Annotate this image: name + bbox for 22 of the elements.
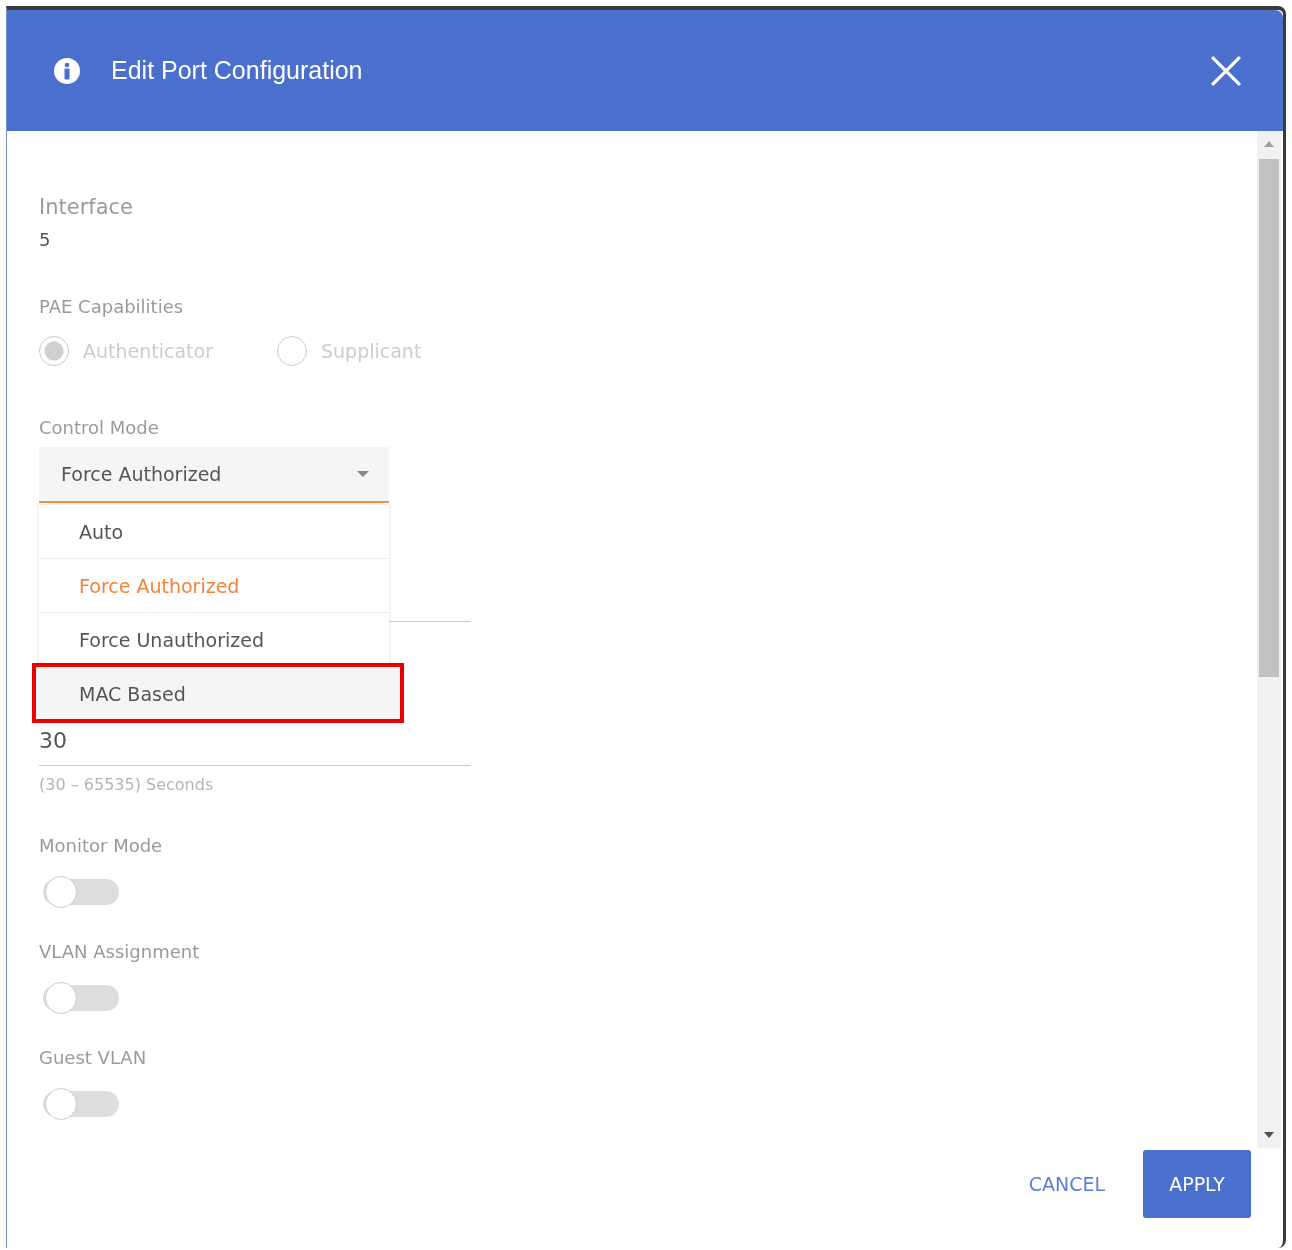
field-label: VLAN Assignment [39, 940, 200, 964]
dialog-title: Edit Port Configuration [111, 56, 364, 85]
apply-button[interactable]: APPLY [1143, 1150, 1251, 1218]
field-label: Monitor Mode [39, 834, 163, 858]
field-label: PAE Capabilities [39, 295, 184, 319]
caret-icon [357, 471, 369, 477]
close-button[interactable] [1209, 53, 1243, 88]
field-label: Control Mode [39, 416, 159, 440]
dropdown-option[interactable]: Auto [39, 504, 389, 558]
field-hint: (30 – 65535) Seconds [39, 774, 214, 796]
field-value: 5 [39, 228, 51, 252]
dropdown-option[interactable]: MAC Based [35, 666, 401, 720]
dropdown-select[interactable]: Force Authorized [39, 447, 389, 503]
scrollbar[interactable] [1257, 131, 1281, 1148]
field-label: Interface [39, 194, 134, 221]
scroll-down-icon[interactable] [1264, 1132, 1274, 1138]
scroll-up-icon[interactable] [1264, 141, 1274, 147]
field-label: Guest VLAN [39, 1046, 147, 1070]
scrollbar-thumb[interactable] [1259, 159, 1279, 677]
cancel-button[interactable]: CANCEL [1026, 1150, 1107, 1218]
input-field[interactable]: 30 [39, 726, 471, 766]
info-icon [53, 56, 81, 85]
